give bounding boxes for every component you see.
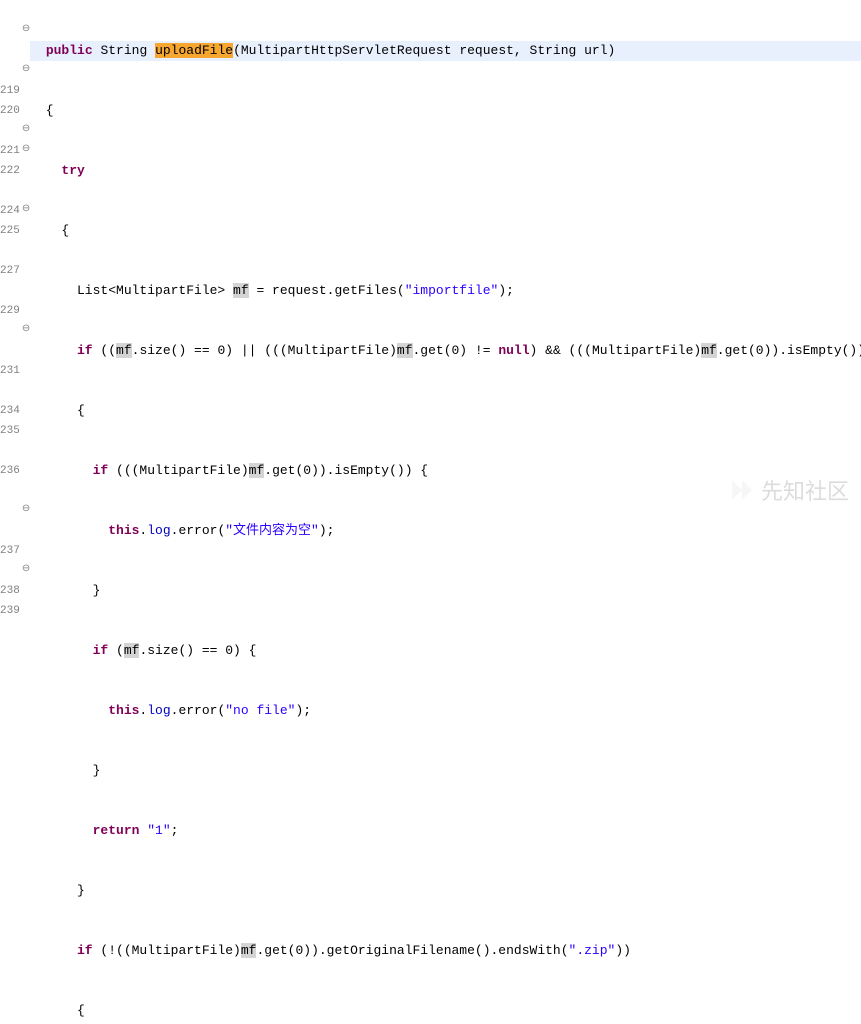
code-line[interactable]: if (mf.size() == 0) { <box>30 641 861 661</box>
fold-icon <box>22 260 30 280</box>
fold-icon <box>22 440 30 460</box>
fold-icon <box>22 280 30 300</box>
fold-icon <box>22 180 30 200</box>
fold-icon <box>22 160 30 180</box>
fold-icon: ⊖ <box>22 320 30 340</box>
code-line[interactable]: public String uploadFile(MultipartHttpSe… <box>30 41 861 61</box>
fold-icon: ⊖ <box>22 140 30 160</box>
code-line[interactable]: if (((MultipartFile)mf.get(0)).isEmpty()… <box>30 461 861 481</box>
fold-icon <box>22 400 30 420</box>
code-line[interactable]: if (!((MultipartFile)mf.get(0)).getOrigi… <box>30 941 861 961</box>
fold-icon <box>22 620 30 640</box>
code-area[interactable]: public String uploadFile(MultipartHttpSe… <box>30 0 861 512</box>
fold-icon <box>22 480 30 500</box>
fold-icon <box>22 0 30 20</box>
code-line[interactable]: this.log.error("no file"); <box>30 701 861 721</box>
fold-icon <box>22 540 30 560</box>
fold-icon <box>22 600 30 620</box>
code-line[interactable]: try <box>30 161 861 181</box>
code-line[interactable]: { <box>30 401 861 421</box>
code-line[interactable]: } <box>30 581 861 601</box>
fold-icon: ⊖ <box>22 200 30 220</box>
code-line[interactable]: if ((mf.size() == 0) || (((MultipartFile… <box>30 341 861 361</box>
code-line[interactable]: { <box>30 101 861 121</box>
fold-icon: ⊖ <box>22 120 30 140</box>
fold-icon <box>22 360 30 380</box>
fold-icon: ⊖ <box>22 500 30 520</box>
fold-icon: ⊖ <box>22 20 30 40</box>
fold-icon <box>22 40 30 60</box>
fold-icon <box>22 220 30 240</box>
fold-icon <box>22 80 30 100</box>
code-line[interactable]: { <box>30 1001 861 1021</box>
code-line[interactable]: } <box>30 761 861 781</box>
fold-icon <box>22 340 30 360</box>
fold-icon <box>22 580 30 600</box>
code-line[interactable]: } <box>30 881 861 901</box>
fold-icon <box>22 460 30 480</box>
fold-icon: ⊖ <box>22 60 30 80</box>
method-name-highlight: uploadFile <box>155 43 233 58</box>
fold-icon <box>22 240 30 260</box>
fold-icon: ⊖ <box>22 560 30 580</box>
code-line[interactable]: List<MultipartFile> mf = request.getFile… <box>30 281 861 301</box>
code-line[interactable]: this.log.error("文件内容为空"); <box>30 521 861 541</box>
fold-icon <box>22 420 30 440</box>
fold-icon <box>22 100 30 120</box>
code-line[interactable]: return "1"; <box>30 821 861 841</box>
fold-gutter[interactable]: ⊖ ⊖ ⊖ ⊖ ⊖ ⊖ ⊖ ⊖ <box>22 0 30 512</box>
fold-icon <box>22 380 30 400</box>
fold-icon <box>22 520 30 540</box>
code-line[interactable]: { <box>30 221 861 241</box>
fold-icon <box>22 300 30 320</box>
line-number-gutter: 219 220 221 222 224 225 227 229 231 234 … <box>0 0 22 512</box>
code-editor[interactable]: 219 220 221 222 224 225 227 229 231 234 … <box>0 0 861 512</box>
